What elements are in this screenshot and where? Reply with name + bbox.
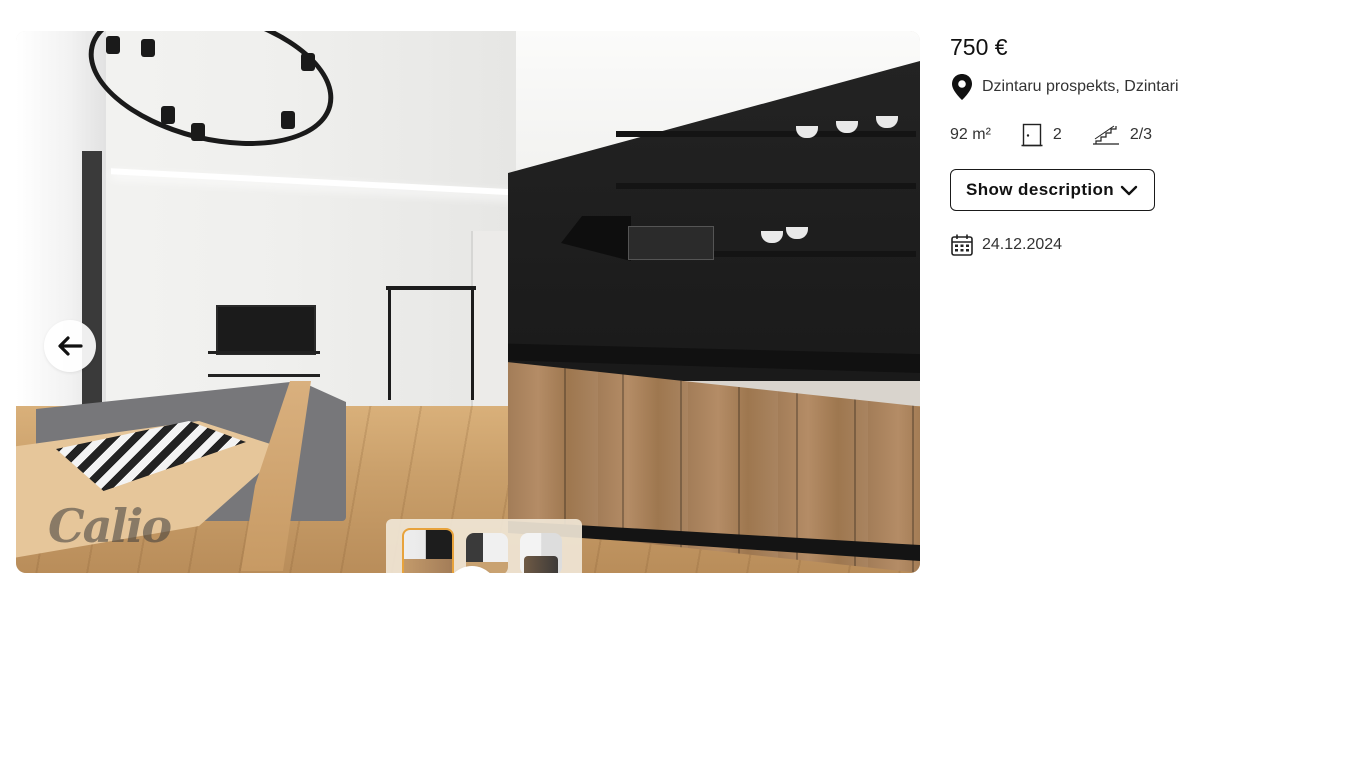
arrow-left-icon	[58, 336, 83, 356]
area-spec: 92 m²	[950, 126, 991, 144]
thumbnail-strip	[386, 519, 582, 573]
date-row: 24.12.2024	[950, 233, 1330, 257]
map-pin-icon	[950, 73, 974, 101]
show-description-label: Show description	[966, 180, 1115, 199]
show-description-button[interactable]: Show description	[950, 169, 1156, 211]
listing-page: Calio 750 € Dzintaru prospekts, Dzintari…	[0, 0, 1350, 784]
photo-gallery[interactable]: Calio	[16, 31, 920, 573]
stairs-icon	[1092, 125, 1119, 145]
previous-photo-button[interactable]	[44, 320, 96, 372]
thumbnail-1[interactable]	[402, 528, 454, 573]
listing-price: 750 €	[950, 34, 1008, 60]
specs-row: 92 m² 2 2/3	[950, 123, 1330, 147]
listing-photo	[16, 31, 920, 573]
area-value: 92 m²	[950, 126, 991, 143]
listing-details: 750 € Dzintaru prospekts, Dzintari 92 m²	[950, 31, 1330, 257]
chevron-down-icon	[1120, 185, 1138, 196]
listing-date: 24.12.2024	[982, 236, 1063, 253]
address-text: Dzintaru prospekts, Dzintari	[982, 78, 1179, 95]
rooms-spec: 2	[1021, 123, 1062, 147]
floor-value: 2/3	[1129, 126, 1153, 143]
calendar-icon	[951, 234, 973, 256]
address-row: Dzintaru prospekts, Dzintari	[950, 73, 1330, 101]
thumbnail-3[interactable]	[520, 533, 562, 573]
watermark-logo: Calio	[48, 499, 172, 553]
floor-spec: 2/3	[1092, 124, 1152, 146]
door-icon	[1021, 123, 1043, 147]
rooms-value: 2	[1052, 126, 1062, 143]
